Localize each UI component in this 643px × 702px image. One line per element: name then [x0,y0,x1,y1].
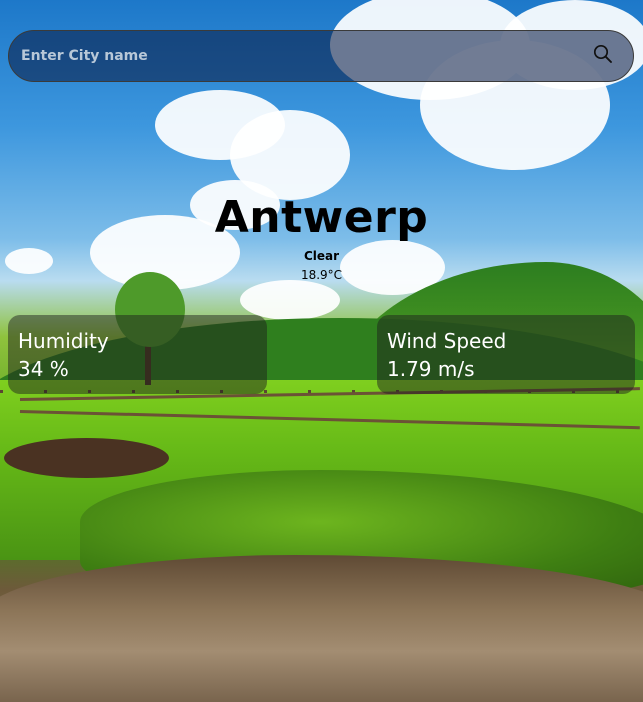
temperature: 18.9°C [300,268,343,282]
humidity-card: Humidity 34 % [8,315,267,394]
weather-app: Antwerp Clear 18.9°C Humidity 34 % Wind … [0,0,643,702]
humidity-label: Humidity [18,329,109,353]
search-bar [8,30,634,82]
wind-speed-card: Wind Speed 1.79 m/s [377,315,635,394]
search-button[interactable] [581,34,625,78]
city-name: Antwerp [214,192,429,243]
city-search-input[interactable] [9,31,581,81]
search-icon [593,44,613,68]
humidity-value: 34 % [18,357,69,381]
weather-condition: Clear [303,249,340,263]
wind-speed-label: Wind Speed [387,329,507,353]
wind-speed-value: 1.79 m/s [387,357,475,381]
